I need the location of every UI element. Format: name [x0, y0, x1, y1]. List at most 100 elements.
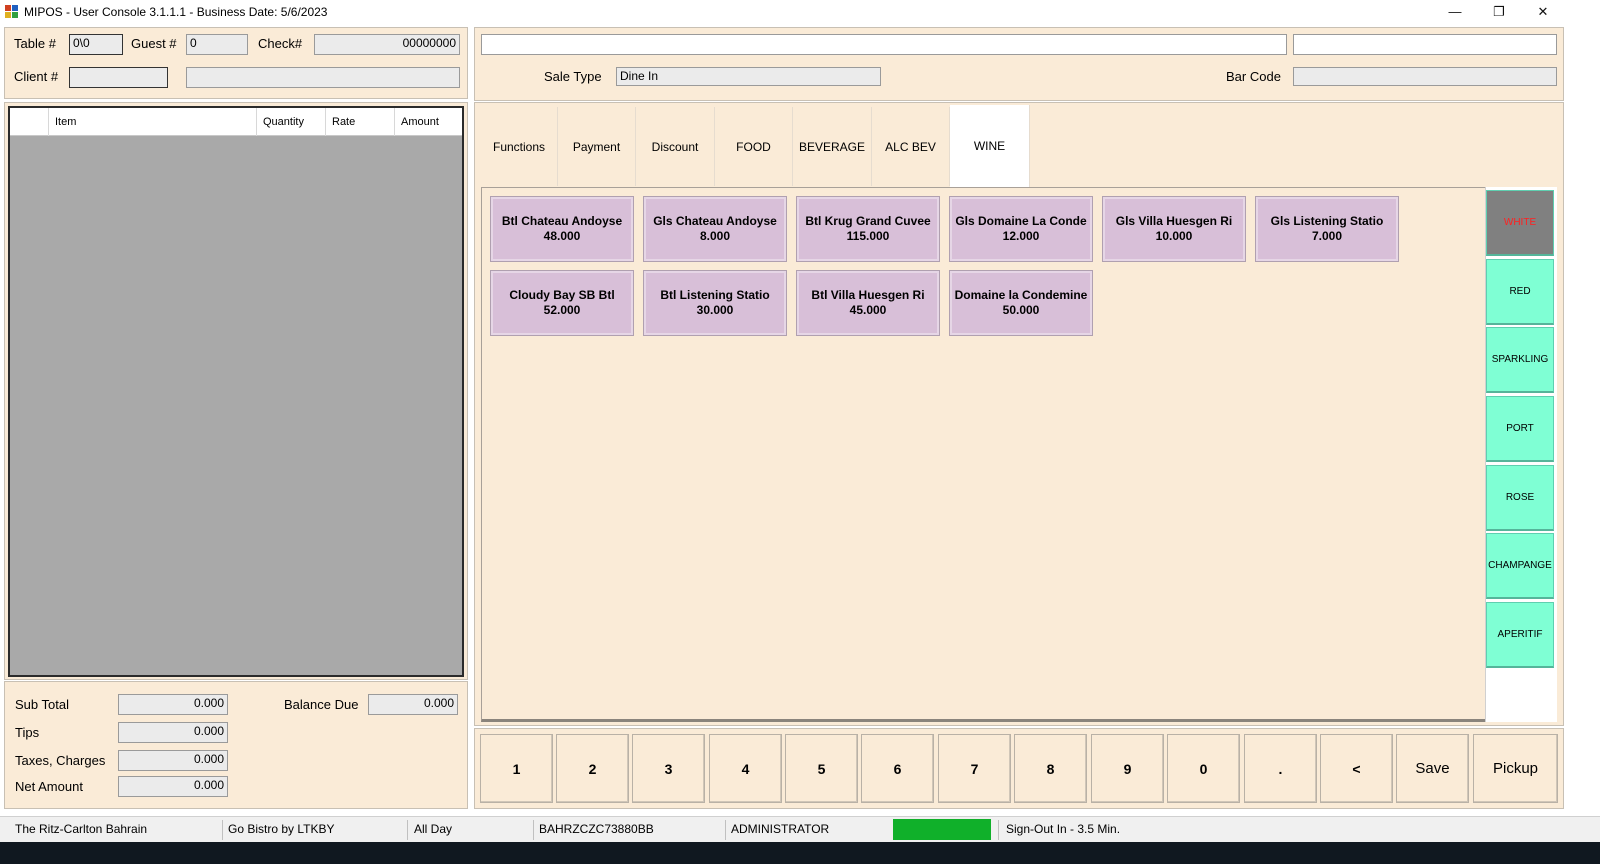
sale-type-label: Sale Type	[544, 69, 602, 84]
menu-item-button[interactable]: Btl Villa Huesgen Ri 45.000	[796, 270, 940, 336]
guest-field[interactable]: 0	[186, 34, 248, 55]
column-item[interactable]: Item	[55, 116, 76, 128]
menu-item-button[interactable]: Cloudy Bay SB Btl 52.000	[490, 270, 634, 336]
key-1[interactable]: 1	[480, 734, 553, 803]
tab-payment[interactable]: Payment	[558, 107, 636, 186]
order-grid-header: Item Quantity Rate Amount	[10, 108, 462, 136]
category-white[interactable]: WHITE	[1486, 190, 1554, 256]
menu-item-button[interactable]: Btl Listening Statio 30.000	[643, 270, 787, 336]
tab-functions[interactable]: Functions	[481, 107, 558, 186]
menu-item-button[interactable]: Domaine la Condemine 50.000	[949, 270, 1093, 336]
net-amount-label: Net Amount	[15, 779, 83, 794]
secondary-field[interactable]	[1293, 34, 1557, 55]
tips-label: Tips	[15, 725, 40, 740]
status-indicator	[893, 819, 991, 840]
menu-item-button[interactable]: Btl Chateau Andoyse 48.000	[490, 196, 634, 262]
tips-value: 0.000	[118, 722, 228, 743]
key-0[interactable]: 0	[1167, 734, 1240, 803]
taskbar-strip	[0, 842, 1600, 864]
save-button[interactable]: Save	[1396, 734, 1469, 803]
key-6[interactable]: 6	[861, 734, 934, 803]
key-9[interactable]: 9	[1091, 734, 1164, 803]
menu-item-button[interactable]: Gls Chateau Andoyse 8.000	[643, 196, 787, 262]
status-bar: The Ritz-Carlton Bahrain Go Bistro by LT…	[0, 816, 1600, 842]
item-name: Btl Chateau Andoyse	[501, 214, 623, 228]
balance-due-label: Balance Due	[284, 697, 359, 712]
column-quantity[interactable]: Quantity	[263, 116, 304, 128]
item-price: 30.000	[696, 303, 734, 317]
category-champange[interactable]: CHAMPANGE	[1486, 533, 1554, 599]
subtotal-value: 0.000	[118, 694, 228, 715]
title-bar: MIPOS - User Console 3.1.1.1 - Business …	[0, 0, 1600, 23]
status-period: All Day	[414, 822, 453, 836]
item-price: 10.000	[1155, 229, 1193, 243]
item-price: 115.000	[846, 229, 890, 243]
barcode-field[interactable]	[1293, 67, 1557, 86]
order-grid[interactable]: Item Quantity Rate Amount	[8, 106, 464, 677]
check-field[interactable]: 00000000	[314, 34, 460, 55]
taxes-label: Taxes, Charges	[15, 753, 106, 768]
category-port[interactable]: PORT	[1486, 396, 1554, 462]
status-terminal: BAHRZCZC73880BB	[539, 822, 654, 836]
balance-due-value: 0.000	[368, 694, 458, 715]
menu-item-button[interactable]: Btl Krug Grand Cuvee 115.000	[796, 196, 940, 262]
tab-discount[interactable]: Discount	[636, 107, 715, 186]
item-name: Gls Villa Huesgen Ri	[1115, 214, 1233, 228]
status-user: ADMINISTRATOR	[731, 822, 830, 836]
subtotal-label: Sub Total	[15, 697, 69, 712]
client-name-field[interactable]	[186, 67, 460, 88]
client-label: Client #	[14, 69, 59, 84]
column-rate[interactable]: Rate	[332, 116, 355, 128]
check-label: Check#	[258, 36, 303, 51]
item-price: 50.000	[1002, 303, 1040, 317]
item-price: 8.000	[699, 229, 731, 243]
menu-item-button[interactable]: Gls Domaine La Conde 12.000	[949, 196, 1093, 262]
item-name: Gls Domaine La Conde	[955, 214, 1087, 228]
menu-item-button[interactable]: Gls Listening Statio 7.000	[1255, 196, 1399, 262]
tab-alc-bev[interactable]: ALC BEV	[872, 107, 950, 186]
category-rose[interactable]: ROSE	[1486, 465, 1554, 531]
key-2[interactable]: 2	[556, 734, 629, 803]
category-red[interactable]: RED	[1486, 259, 1554, 325]
column-amount[interactable]: Amount	[401, 116, 439, 128]
status-outlet: Go Bistro by LTKBY	[228, 822, 335, 836]
category-sparkling[interactable]: SPARKLING	[1486, 327, 1554, 393]
menu-item-button[interactable]: Gls Villa Huesgen Ri 10.000	[1102, 196, 1246, 262]
status-property: The Ritz-Carlton Bahrain	[15, 822, 148, 836]
key-7[interactable]: 7	[938, 734, 1011, 803]
item-price: 52.000	[543, 303, 581, 317]
client-number-field[interactable]	[69, 67, 168, 88]
key-decimal[interactable]: .	[1244, 734, 1317, 803]
item-name: Domaine la Condemine	[954, 288, 1088, 302]
restore-button[interactable]: ❐	[1476, 0, 1522, 23]
item-name: Gls Listening Statio	[1270, 214, 1384, 228]
key-backspace[interactable]: <	[1320, 734, 1393, 803]
tab-wine[interactable]: WINE	[950, 105, 1030, 187]
message-field[interactable]	[481, 34, 1287, 55]
table-label: Table #	[14, 36, 56, 51]
item-name: Cloudy Bay SB Btl	[509, 288, 615, 302]
sale-type-field[interactable]: Dine In	[616, 67, 881, 86]
key-8[interactable]: 8	[1014, 734, 1087, 803]
key-4[interactable]: 4	[709, 734, 782, 803]
taxes-value: 0.000	[118, 750, 228, 771]
item-price: 45.000	[849, 303, 887, 317]
item-price: 48.000	[543, 229, 581, 243]
pickup-button[interactable]: Pickup	[1473, 734, 1558, 803]
item-price: 7.000	[1311, 229, 1343, 243]
category-aperitif[interactable]: APERITIF	[1486, 602, 1554, 668]
item-name: Btl Listening Statio	[660, 288, 770, 302]
tab-food[interactable]: FOOD	[715, 107, 793, 186]
table-field[interactable]: 0\0	[69, 34, 123, 55]
guest-label: Guest #	[131, 36, 177, 51]
tab-beverage[interactable]: BEVERAGE	[793, 107, 872, 186]
net-amount-value: 0.000	[118, 776, 228, 797]
minimize-button[interactable]: —	[1432, 0, 1478, 23]
key-5[interactable]: 5	[785, 734, 858, 803]
app-icon	[5, 4, 19, 19]
item-name: Btl Villa Huesgen Ri	[811, 288, 925, 302]
item-name: Btl Krug Grand Cuvee	[805, 214, 931, 228]
key-3[interactable]: 3	[632, 734, 705, 803]
status-signout-timer: Sign-Out In - 3.5 Min.	[1006, 822, 1121, 836]
close-button[interactable]: ✕	[1520, 0, 1566, 23]
